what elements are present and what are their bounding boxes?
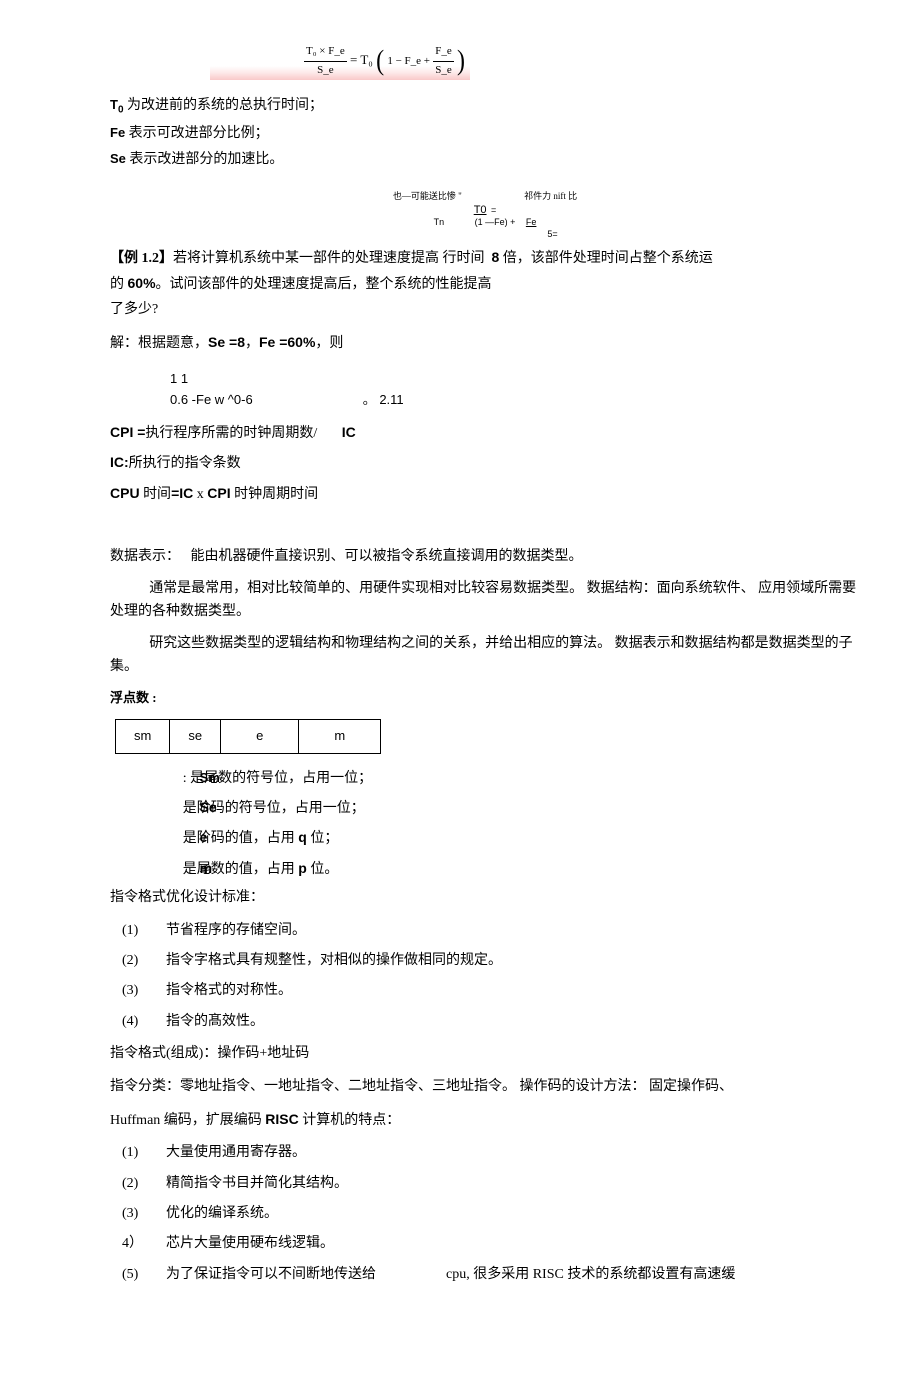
cpu-time-line: CPU 时间=IC x CPI 时钟周期时间 xyxy=(110,482,860,506)
formula-rhs-den: S_e xyxy=(433,62,454,80)
opt-4: (4)指令的髙效性。 xyxy=(110,1011,860,1033)
fp-sm-def: Sm: 是尾数的符号位，占用一位； xyxy=(110,766,860,790)
fp-se-def: Se是阶码的符号位，占用一位； xyxy=(110,796,860,820)
opt-1: (1)节省程序的存储空间。 xyxy=(110,920,860,942)
opt-3: (3)指令格式的对称性。 xyxy=(110,980,860,1002)
formula-den: S_e xyxy=(304,62,347,80)
solution-given: 解：根据题意，Se =8，Fe =60%，则 xyxy=(110,331,860,355)
formula-rhs-1: 1 − F_e + xyxy=(387,55,430,67)
data-research-line: 研究这些数据类型的逻辑结构和物理结构之间的关系，并给出相应的算法。 数据表示和数… xyxy=(110,633,860,678)
formula-amdahl-image: T₀ × F_eS_e = T₀ ( 1 − F_e + F_eS_e ) xyxy=(210,40,470,80)
fp-e-def: e是阶码的值，占用 q 位； xyxy=(110,826,860,850)
risc-5: (5)为了保证指令可以不间断地传送给cpu, 很多采用 RISC 技术的系统都设… xyxy=(110,1264,860,1286)
fp-m-def: m是尾数的值，占用 p 位。 xyxy=(110,857,860,881)
float-layout-table: sm se e m xyxy=(115,719,381,754)
float-title: 浮点数 : xyxy=(110,688,860,709)
def-t0-line: T0 为改进前的系统的总执行时间； xyxy=(110,95,860,119)
opt-title: 指令格式优化设计标准： xyxy=(110,887,860,909)
inst-classify-line: 指令分类：零地址指令、一地址指令、二地址指令、三地址指令。 操作码的设计方法： … xyxy=(110,1076,860,1098)
ic-def-line: IC:所执行的指令条数 xyxy=(110,451,860,475)
small-formula-block: 也—可能送比惨 " 祁件力 nift 比 T0 = Tn (1 —Fe) + F… xyxy=(110,191,860,240)
fp-cell-e: e xyxy=(221,719,299,753)
formula-num: T₀ × F_e xyxy=(304,43,347,62)
calculation-block: 1 1 0.6 -Fe w ^0-6。 2.11 xyxy=(170,369,860,411)
opt-2: (2)指令字格式具有规整性，对相似的操作做相同的规定。 xyxy=(110,950,860,972)
fp-cell-sm: sm xyxy=(116,719,170,753)
risc-2: (2)精简指令书目并简化其结构。 xyxy=(110,1173,860,1195)
inst-format-line: 指令格式(组成)：操作码+地址码 xyxy=(110,1043,860,1065)
cpi-def-line: CPI =执行程序所需的时钟周期数/ IC xyxy=(110,421,860,445)
risc-3: (3)优化的编译系统。 xyxy=(110,1203,860,1225)
fp-cell-se: se xyxy=(170,719,221,753)
risc-1: (1)大量使用通用寄存器。 xyxy=(110,1142,860,1164)
fp-cell-m: m xyxy=(299,719,381,753)
def-se-line: Se 表示改进部分的加速比。 xyxy=(110,149,860,171)
data-struct-line: 通常是最常用，相对比较简单的、用硬件实现相对比较容易数据类型。 数据结构：面向系… xyxy=(110,578,860,623)
formula-rhs-num: F_e xyxy=(433,43,454,62)
def-fe-line: Fe 表示可改进部分比例； xyxy=(110,123,860,145)
example-1-2: 【例 1.2】若将计算机系统中某一部件的处理速度提高 行时间 8 倍，该部件处理… xyxy=(110,246,860,321)
risc-4: 4）芯片大量使用硬布线逻辑。 xyxy=(110,1233,860,1255)
data-rep-line: 数据表示： 能由机器硬件直接识别、可以被指令系统直接调用的数据类型。 xyxy=(110,546,860,568)
formula-mid: = T₀ xyxy=(350,52,373,67)
huffman-risc-line: Huffman 编码，扩展编码 RISC 计算机的特点： xyxy=(110,1108,860,1132)
